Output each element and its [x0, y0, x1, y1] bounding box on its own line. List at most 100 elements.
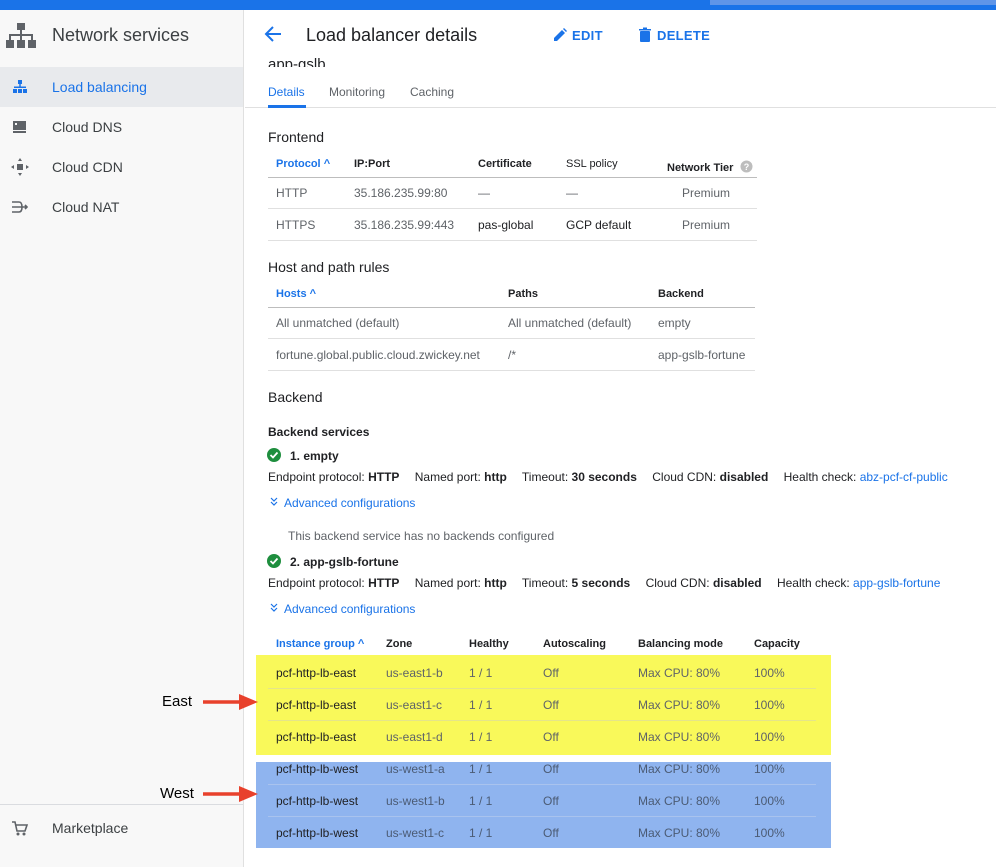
backend-service-name: 2. app-gslb-fortune — [290, 555, 399, 569]
cell-host: All unmatched (default) — [276, 316, 400, 330]
column-header-label: Network Tier — [667, 162, 734, 174]
column-header-zone: Zone — [386, 638, 413, 650]
cell-healthy: 1 / 1 — [469, 666, 493, 680]
cell-instance-group[interactable]: pcf-http-lb-west — [276, 762, 358, 776]
health-check-label: Health check: — [783, 470, 857, 484]
column-header-instance-group[interactable]: Instance group ^ — [276, 638, 364, 650]
trash-icon — [639, 27, 651, 42]
cell-autoscaling: Off — [543, 730, 559, 744]
named-port-value: http — [484, 576, 507, 590]
frontend-title: Frontend — [268, 129, 325, 145]
cloud-nat-icon — [12, 201, 29, 213]
advanced-configurations-toggle[interactable]: Advanced configurations — [268, 496, 415, 510]
cell-instance-group[interactable]: pcf-http-lb-west — [276, 826, 358, 840]
edit-label: EDIT — [572, 28, 603, 43]
cell-balancing-mode: Max CPU: 80% — [638, 666, 721, 680]
endpoint-protocol-value: HTTP — [368, 576, 400, 590]
sidebar-item-cloud-nat[interactable]: Cloud NAT — [0, 187, 243, 227]
advanced-configurations-label: Advanced configurations — [284, 602, 416, 616]
endpoint-protocol-label: Endpoint protocol: — [268, 470, 365, 484]
column-header-protocol[interactable]: Protocol ^ — [276, 158, 330, 170]
backend-services-title: Backend services — [268, 425, 370, 439]
cell-autoscaling: Off — [543, 666, 559, 680]
endpoint-protocol-label: Endpoint protocol: — [268, 576, 365, 590]
tab-monitoring[interactable]: Monitoring — [329, 85, 385, 99]
health-check-label: Health check: — [776, 576, 850, 590]
named-port-value: http — [484, 470, 507, 484]
table-divider — [268, 816, 816, 817]
cart-icon — [12, 821, 29, 836]
svg-text:?: ? — [743, 162, 749, 172]
column-header-healthy: Healthy — [469, 638, 509, 650]
sidebar-item-marketplace[interactable]: Marketplace — [0, 808, 243, 848]
cell-instance-group[interactable]: pcf-http-lb-east — [276, 698, 356, 712]
delete-button[interactable]: DELETE — [637, 26, 717, 46]
health-check-link[interactable]: abz-pcf-cf-public — [860, 470, 948, 484]
cell-capacity: 100% — [754, 730, 785, 744]
column-header-capacity: Capacity — [754, 638, 800, 650]
network-services-icon — [6, 23, 36, 48]
cell-backend: empty — [658, 316, 691, 330]
cell-zone: us-west1-b — [386, 794, 445, 808]
health-check-link[interactable]: app-gslb-fortune — [853, 576, 940, 590]
cell-autoscaling: Off — [543, 698, 559, 712]
sort-ascending-icon: ^ — [357, 638, 365, 650]
table-divider — [268, 177, 757, 178]
cloud-cdn-icon — [11, 158, 29, 176]
cloud-cdn-label: Cloud CDN: — [645, 576, 710, 590]
cell-autoscaling: Off — [543, 826, 559, 840]
column-header-paths: Paths — [508, 288, 538, 300]
cell-autoscaling: Off — [543, 762, 559, 776]
cell-ip-port: 35.186.235.99:443 — [354, 218, 455, 232]
edit-button[interactable]: EDIT — [552, 26, 612, 46]
column-header-hosts[interactable]: Hosts ^ — [276, 288, 316, 300]
sidebar-header: Network services — [0, 10, 244, 62]
tab-details[interactable]: Details — [268, 85, 305, 99]
cell-backend: app-gslb-fortune — [658, 348, 746, 362]
table-divider — [268, 240, 757, 241]
sidebar-title: Network services — [52, 25, 190, 45]
help-icon[interactable]: ? — [740, 160, 753, 173]
cloud-dns-icon — [13, 121, 26, 133]
cell-ip-port: 35.186.235.99:80 — [354, 186, 448, 200]
sidebar: Network services Load balancing Cloud DN… — [0, 10, 244, 867]
cell-instance-group[interactable]: pcf-http-lb-east — [276, 730, 356, 744]
table-divider — [268, 370, 755, 371]
sidebar-divider — [0, 804, 243, 805]
top-bar — [0, 0, 996, 10]
sidebar-item-load-balancing[interactable]: Load balancing — [0, 67, 243, 107]
check-circle-icon — [267, 448, 281, 462]
cell-healthy: 1 / 1 — [469, 730, 493, 744]
column-header-backend: Backend — [658, 288, 704, 300]
cell-protocol: HTTP — [276, 186, 308, 200]
table-divider — [268, 688, 816, 689]
delete-label: DELETE — [657, 28, 711, 43]
cell-instance-group[interactable]: pcf-http-lb-west — [276, 794, 358, 808]
back-arrow-icon[interactable] — [263, 24, 283, 44]
column-header-label: Protocol — [276, 158, 321, 170]
cell-balancing-mode: Max CPU: 80% — [638, 698, 721, 712]
west-annotation: West — [160, 785, 194, 802]
sidebar-item-cloud-dns[interactable]: Cloud DNS — [0, 107, 243, 147]
cell-healthy: 1 / 1 — [469, 762, 493, 776]
page-header: Load balancer details EDIT DELETE — [245, 10, 996, 56]
timeout-value: 5 seconds — [571, 576, 631, 590]
named-port-label: Named port: — [414, 470, 481, 484]
cell-healthy: 1 / 1 — [469, 698, 493, 712]
tab-caching[interactable]: Caching — [410, 85, 454, 99]
sidebar-item-cloud-cdn[interactable]: Cloud CDN — [0, 147, 243, 187]
cell-certificate: — — [478, 186, 490, 200]
check-circle-icon — [267, 554, 281, 568]
cell-ssl-policy: GCP default — [566, 218, 632, 232]
cell-capacity: 100% — [754, 794, 785, 808]
cell-healthy: 1 / 1 — [469, 794, 493, 808]
sidebar-item-label: Cloud NAT — [52, 199, 120, 215]
named-port-label: Named port: — [414, 576, 481, 590]
column-header-autoscaling: Autoscaling — [543, 638, 606, 650]
backend-service-details: Endpoint protocol: HTTP Named port: http… — [268, 470, 948, 484]
advanced-configurations-toggle[interactable]: Advanced configurations — [268, 602, 415, 616]
column-header-ip-port: IP:Port — [354, 158, 391, 170]
cell-instance-group[interactable]: pcf-http-lb-east — [276, 666, 356, 680]
cell-ssl-policy: — — [566, 186, 578, 200]
column-header-certificate: Certificate — [478, 158, 532, 170]
